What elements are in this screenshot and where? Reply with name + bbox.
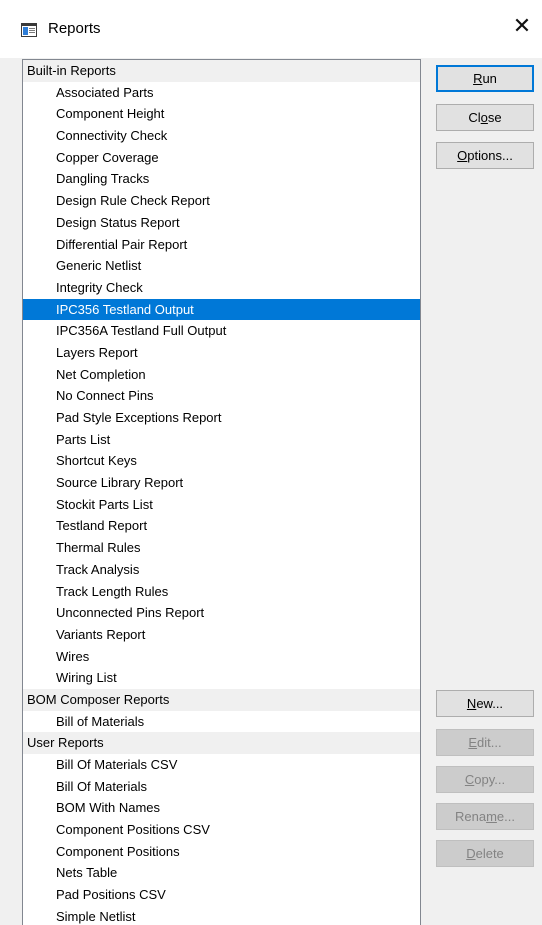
- run-button[interactable]: Run: [436, 65, 534, 92]
- title-bar: Reports ✕: [0, 0, 542, 58]
- list-item[interactable]: Shortcut Keys: [23, 450, 420, 472]
- list-item[interactable]: IPC356A Testland Full Output: [23, 320, 420, 342]
- list-item[interactable]: Testland Report: [23, 515, 420, 537]
- list-item[interactable]: Bill Of Materials: [23, 776, 420, 798]
- list-item[interactable]: Source Library Report: [23, 472, 420, 494]
- list-item[interactable]: Copper Coverage: [23, 147, 420, 169]
- close-label-pre: Cl: [468, 110, 481, 125]
- close-label-key: o: [480, 110, 488, 125]
- list-item[interactable]: Component Height: [23, 103, 420, 125]
- edit-label-post: dit...: [477, 735, 502, 750]
- list-item[interactable]: Pad Positions CSV: [23, 884, 420, 906]
- list-item[interactable]: Component Positions: [23, 841, 420, 863]
- list-item[interactable]: Track Length Rules: [23, 581, 420, 603]
- delete-button[interactable]: Delete: [436, 840, 534, 867]
- delete-label-key: D: [466, 846, 476, 861]
- list-item[interactable]: Wires: [23, 646, 420, 668]
- close-button[interactable]: Close: [436, 104, 534, 131]
- close-icon[interactable]: ✕: [502, 12, 542, 46]
- list-item[interactable]: Bill of Materials: [23, 711, 420, 733]
- list-item[interactable]: Connectivity Check: [23, 125, 420, 147]
- list-item[interactable]: Associated Parts: [23, 82, 420, 104]
- options-label-key: O: [457, 148, 468, 163]
- options-label-post: ptions...: [467, 148, 513, 163]
- list-item[interactable]: Differential Pair Report: [23, 234, 420, 256]
- list-item[interactable]: No Connect Pins: [23, 385, 420, 407]
- list-item[interactable]: Simple Netlist: [23, 906, 420, 925]
- reports-window-icon: [21, 23, 37, 37]
- list-item[interactable]: Layers Report: [23, 342, 420, 364]
- list-group-header[interactable]: BOM Composer Reports: [23, 688, 420, 711]
- list-item[interactable]: Dangling Tracks: [23, 168, 420, 190]
- reports-list[interactable]: Built-in Reports Associated Parts Componen…: [22, 59, 421, 925]
- list-item[interactable]: Bill Of Materials CSV: [23, 754, 420, 776]
- list-item[interactable]: Design Status Report: [23, 212, 420, 234]
- run-label-post: un: [482, 71, 497, 86]
- list-item[interactable]: Wiring List: [23, 667, 420, 689]
- rename-button[interactable]: Rename...: [436, 803, 534, 830]
- list-item[interactable]: Track Analysis: [23, 559, 420, 581]
- list-item[interactable]: Stockit Parts List: [23, 494, 420, 516]
- new-button[interactable]: New...: [436, 690, 534, 717]
- list-item[interactable]: BOM With Names: [23, 797, 420, 819]
- list-item[interactable]: Pad Style Exceptions Report: [23, 407, 420, 429]
- rename-label-pre: Rena: [455, 809, 487, 824]
- window-title: Reports: [48, 20, 101, 37]
- options-button[interactable]: Options...: [436, 142, 534, 169]
- copy-button[interactable]: Copy...: [436, 766, 534, 793]
- reports-dialog: Reports ✕ Built-in Reports Associated Par…: [0, 0, 542, 925]
- list-group-header[interactable]: Built-in Reports: [23, 60, 420, 82]
- copy-label-key: C: [464, 772, 475, 787]
- list-item[interactable]: Parts List: [23, 429, 420, 451]
- copy-label-post: opy...: [474, 772, 506, 787]
- list-item[interactable]: Integrity Check: [23, 277, 420, 299]
- list-item[interactable]: Variants Report: [23, 624, 420, 646]
- new-label-post: ew...: [476, 696, 504, 711]
- list-item[interactable]: Generic Netlist: [23, 255, 420, 277]
- list-item[interactable]: Design Rule Check Report: [23, 190, 420, 212]
- delete-label-post: elete: [475, 846, 504, 861]
- list-item[interactable]: Net Completion: [23, 364, 420, 386]
- list-item[interactable]: Unconnected Pins Report: [23, 602, 420, 624]
- rename-label-key: m: [486, 809, 497, 824]
- edit-label-key: E: [468, 735, 478, 750]
- list-group-header[interactable]: User Reports: [23, 732, 420, 754]
- edit-button[interactable]: Edit...: [436, 729, 534, 756]
- close-label-post: se: [487, 110, 502, 125]
- rename-label-post: e...: [496, 809, 515, 824]
- list-item[interactable]: Thermal Rules: [23, 537, 420, 559]
- list-item[interactable]: Nets Table: [23, 862, 420, 884]
- new-label-key: N: [466, 696, 477, 711]
- list-item[interactable]: IPC356 Testland Output: [23, 298, 420, 321]
- list-item[interactable]: Component Positions CSV: [23, 819, 420, 841]
